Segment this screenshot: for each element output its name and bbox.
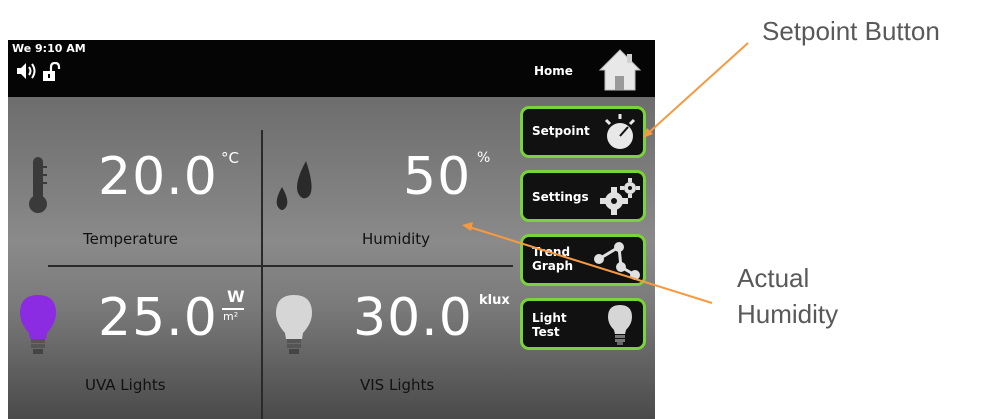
- annotation-humidity-2: Humidity: [737, 299, 839, 329]
- annotation-arrows: [462, 42, 749, 304]
- annotation-humidity-1: Actual: [737, 263, 810, 293]
- annotation-setpoint: Setpoint Button: [762, 16, 940, 46]
